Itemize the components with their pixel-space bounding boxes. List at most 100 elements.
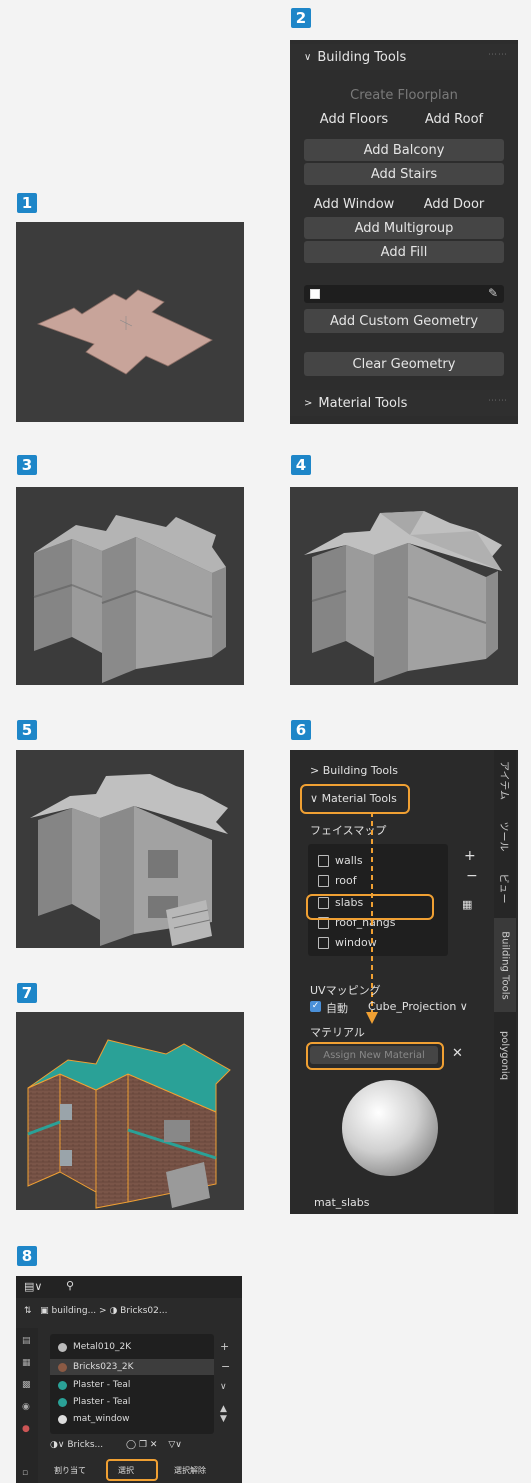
material-slot-list[interactable]: Metal010_2K Bricks023_2K Plaster - Teal … [50, 1334, 214, 1434]
remove-slot-button[interactable]: − [221, 1360, 230, 1373]
building-tools-panel: ∨ Building Tools ⋯⋯ Create Floorplan Add… [290, 40, 518, 424]
add-roof-button[interactable]: Add Roof [404, 108, 504, 130]
auto-checkbox[interactable]: ✓ [310, 1001, 321, 1012]
face-map-icon [318, 936, 329, 949]
tab-view[interactable]: ビュー [494, 866, 516, 910]
add-fill-button[interactable]: Add Fill [304, 241, 504, 263]
viewport-stairs[interactable] [16, 750, 244, 948]
fake-user-icon[interactable]: ◯ [126, 1440, 136, 1450]
viewport-walls[interactable] [16, 487, 244, 685]
world-tab-icon[interactable]: ● [22, 1424, 30, 1434]
material-slot-name: Plaster - Teal [73, 1380, 131, 1390]
add-slot-button[interactable]: + [220, 1340, 229, 1353]
step-badge-2: 2 [291, 8, 311, 28]
material-tab-icon[interactable]: ▫ [22, 1468, 28, 1478]
filter-icon[interactable]: ▽∨ [168, 1440, 182, 1450]
viewport-textured[interactable] [16, 1012, 244, 1210]
material-selector-row: ◑∨ Bricks... ◯ ❐ ✕ ▽∨ [50, 1440, 240, 1456]
eyedropper-icon[interactable]: ✎ [488, 286, 498, 300]
material-slot[interactable]: Plaster - Teal [58, 1380, 130, 1390]
tab-item[interactable]: アイテム [494, 754, 516, 806]
assign-button[interactable]: 割り当て [54, 1465, 86, 1476]
clear-geometry-button[interactable]: Clear Geometry [304, 352, 504, 376]
face-map-item[interactable]: walls [318, 854, 363, 867]
tab-tool[interactable]: ツール [494, 814, 516, 858]
tab-building-tools[interactable]: Building Tools [494, 918, 516, 1012]
face-map-icon [318, 874, 329, 887]
material-tools-panel: > Building Tools ∨ Material Tools フェイスマッ… [290, 750, 518, 1214]
close-icon[interactable]: ✕ [452, 1046, 463, 1061]
add-custom-geometry-button[interactable]: Add Custom Geometry [304, 309, 504, 333]
duplicate-icon[interactable]: ❐ [139, 1440, 147, 1450]
material-slot-field[interactable]: Bricks... [67, 1440, 103, 1450]
scene-tab-icon[interactable]: ◉ [22, 1402, 30, 1412]
material-browse-icon[interactable]: ◑∨ [50, 1440, 64, 1450]
uv-mapping-label: UVマッピング [310, 984, 381, 997]
breadcrumb-material[interactable]: Bricks02... [120, 1306, 167, 1316]
sidebar-tabs: アイテム ツール ビュー Building Tools polygoniq [494, 750, 516, 1214]
tab-polygoniq[interactable]: polygoniq [494, 1020, 516, 1090]
step-badge-5: 5 [17, 720, 37, 740]
material-slot-name: Metal010_2K [73, 1342, 132, 1352]
trash-icon[interactable]: ▦ [462, 898, 472, 911]
building-tools-header[interactable]: ∨ Building Tools ⋯⋯ [290, 44, 518, 70]
breadcrumb-object[interactable]: building... [52, 1306, 97, 1316]
auto-label: 自動 [326, 1002, 348, 1015]
tool-tab-icon[interactable]: ▤ [22, 1336, 31, 1346]
projection-select[interactable]: Cube_Projection ∨ [368, 1000, 468, 1013]
floorplan-render [16, 222, 244, 422]
material-slots-panel: ▤∨ ⚲ ⇅ ▣ building... > ◑ Bricks02... ▤ ▦… [16, 1276, 242, 1483]
chevron-right-icon: > [304, 397, 313, 409]
remove-face-map-button[interactable]: − [466, 868, 478, 884]
drag-grip-icon[interactable]: ⋯⋯ [488, 396, 508, 406]
material-slot-selected[interactable]: Bricks023_2K [50, 1359, 214, 1375]
roof-render [290, 487, 518, 685]
window-material-icon [58, 1414, 67, 1424]
chevron-down-icon[interactable]: ∨ [220, 1382, 227, 1392]
material-tools-highlight [300, 784, 410, 814]
step-badge-4: 4 [291, 455, 311, 475]
material-tools-header[interactable]: > Material Tools ⋯⋯ [290, 390, 518, 416]
move-slot-buttons[interactable]: ▲ ▼ [220, 1404, 227, 1424]
chevron-down-icon: ∨ [304, 51, 312, 63]
viewport-roof[interactable] [290, 487, 518, 685]
select-highlight [106, 1459, 158, 1481]
projection-value: Cube_Projection [368, 1000, 457, 1013]
face-map-item[interactable]: roof [318, 874, 357, 887]
face-map-name: walls [335, 854, 363, 867]
tab-polygoniq-label: polygoniq [499, 1030, 511, 1080]
properties-icon: ⇅ [24, 1306, 32, 1316]
material-preview-sphere [342, 1080, 438, 1176]
deselect-button[interactable]: 選択解除 [174, 1465, 206, 1476]
add-balcony-button[interactable]: Add Balcony [304, 139, 504, 161]
create-floorplan-button[interactable]: Create Floorplan [304, 84, 504, 106]
material-icon: ◑ [109, 1306, 118, 1316]
building-tools-label: Building Tools [322, 764, 398, 777]
unlink-icon[interactable]: ✕ [150, 1440, 158, 1450]
viewport-floorplan[interactable] [16, 222, 244, 422]
material-slot[interactable]: mat_window [58, 1414, 129, 1424]
material-slot[interactable]: Metal010_2K [58, 1342, 131, 1352]
material-tools-title: Material Tools [318, 395, 408, 411]
search-icon[interactable]: ⚲ [66, 1279, 74, 1292]
plaster-material-icon [58, 1380, 67, 1390]
step-badge-3: 3 [17, 455, 37, 475]
add-door-button[interactable]: Add Door [404, 193, 504, 215]
add-stairs-button[interactable]: Add Stairs [304, 163, 504, 185]
metal-material-icon [58, 1342, 67, 1352]
add-window-button[interactable]: Add Window [304, 193, 404, 215]
add-floors-button[interactable]: Add Floors [304, 108, 404, 130]
drag-grip-icon[interactable]: ⋯⋯ [488, 50, 508, 60]
building-tools-collapsed[interactable]: > Building Tools [310, 764, 398, 777]
render-tab-icon[interactable]: ▦ [22, 1358, 31, 1368]
editor-type-icon[interactable]: ▤∨ [24, 1280, 42, 1293]
building-tools-title: Building Tools [317, 49, 407, 65]
add-multigroup-button[interactable]: Add Multigroup [304, 217, 504, 239]
material-slot[interactable]: Plaster - Teal [58, 1397, 130, 1407]
tab-building-tools-label: Building Tools [499, 930, 511, 1000]
add-face-map-button[interactable]: + [464, 848, 476, 864]
custom-geometry-field[interactable]: ✎ [304, 285, 504, 303]
output-tab-icon[interactable]: ▩ [22, 1380, 31, 1390]
plaster-material-icon [58, 1397, 67, 1407]
face-map-icon [318, 854, 329, 867]
